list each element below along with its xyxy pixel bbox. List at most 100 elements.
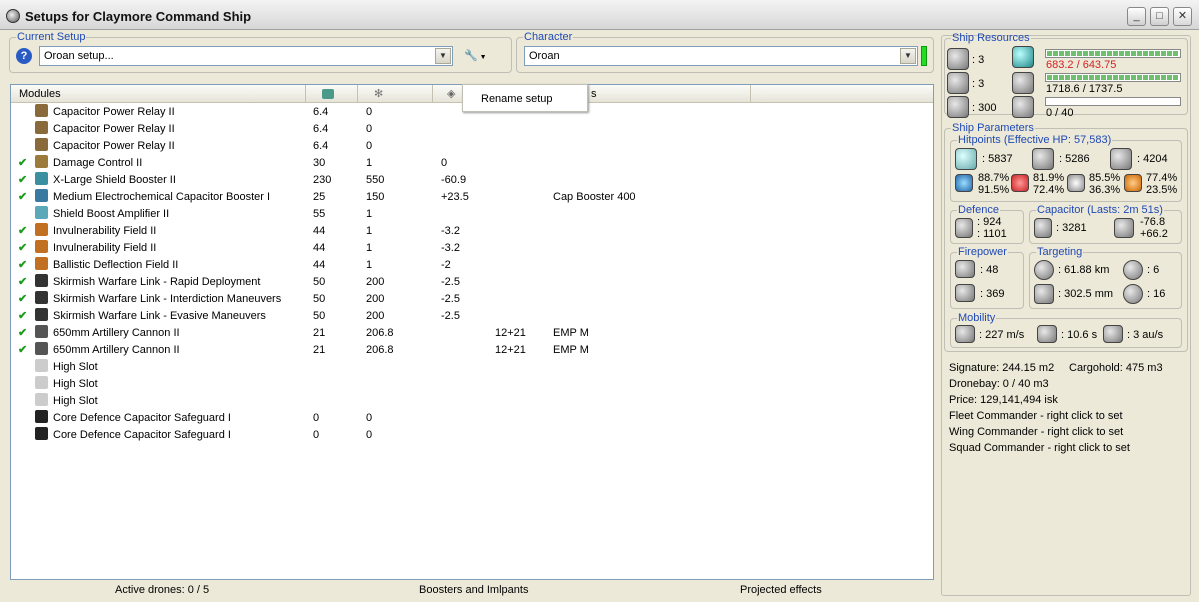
active-check-icon[interactable]: ✔ xyxy=(18,274,27,291)
boosters-implants-button[interactable]: Boosters and Imlpants xyxy=(419,581,528,599)
active-check-icon[interactable]: ✔ xyxy=(18,291,27,308)
active-check-icon[interactable]: ✔ xyxy=(18,172,27,189)
squad-commander[interactable]: Squad Commander - right click to set xyxy=(949,442,1130,454)
wrench-icon: 🔧 xyxy=(464,50,478,62)
cell-cpu: 50 xyxy=(313,293,326,305)
col-capacitor-header[interactable]: ◈ xyxy=(433,85,463,103)
minimize-button[interactable]: _ xyxy=(1127,7,1146,26)
table-row[interactable]: ✔ Skirmish Warfare Link - Evasive Maneuve… xyxy=(11,308,933,325)
cell-name: Capacitor Power Relay II xyxy=(53,140,175,152)
table-row[interactable]: ✔ Invulnerability Field II 44 1 -3.2 xyxy=(11,240,933,257)
firepower-value-a: : 48 xyxy=(980,264,999,276)
chevron-down-icon[interactable]: ▼ xyxy=(900,48,916,64)
stats-panel: Ship Resources : 3 : 3 : 300 683.2 / 643… xyxy=(941,32,1191,596)
table-row[interactable]: Core Defence Capacitor Safeguard I 0 0 xyxy=(11,410,933,427)
wing-commander[interactable]: Wing Commander - right click to set xyxy=(949,426,1123,438)
max-velocity: : 227 m/s xyxy=(979,329,1025,341)
targeting-range: : 61.88 km xyxy=(1058,264,1110,276)
explosive-resist-icon xyxy=(1124,174,1142,192)
cell-name: 650mm Artillery Cannon II xyxy=(53,327,180,339)
table-row[interactable]: ✔ X-Large Shield Booster II 230 550 -60.9 xyxy=(11,172,933,189)
defence-value-b: : 1101 xyxy=(977,228,1007,240)
cell-cpu: 6.4 xyxy=(313,106,329,118)
launcher-icon xyxy=(947,72,969,94)
active-check-icon[interactable]: ✔ xyxy=(18,223,27,240)
active-check-icon[interactable]: ✔ xyxy=(18,257,27,274)
active-check-icon[interactable]: ✔ xyxy=(18,155,27,172)
defence-icon xyxy=(955,218,973,238)
em-resist-armor: 91.5% xyxy=(978,184,1010,196)
warfare-link-icon xyxy=(35,291,48,304)
thermal-resist-shield: 81.9% xyxy=(1033,172,1065,184)
cell-c5: EMP M xyxy=(553,327,589,339)
modules-grid[interactable]: Modules ✻ ◈ s Capacitor Power Relay II 6.… xyxy=(10,84,934,580)
close-button[interactable]: ✕ xyxy=(1173,7,1192,26)
table-row[interactable]: ✔ 650mm Artillery Cannon II 21 206.8 12+21 EM… xyxy=(11,342,933,359)
cpu-icon xyxy=(322,89,334,99)
cell-cpu: 0 xyxy=(313,412,320,424)
cell-c3: -3.2 xyxy=(441,242,460,254)
active-drones-button[interactable]: Active drones: 0 / 5 xyxy=(115,581,209,599)
cargohold: Cargohold: 475 m3 xyxy=(1069,362,1163,374)
cell-pg: 0 xyxy=(366,106,373,118)
col-modules[interactable]: Modules xyxy=(11,85,306,103)
cell-pg: 1 xyxy=(366,208,373,220)
table-row[interactable]: ✔ Medium Electrochemical Capacitor Booste… xyxy=(11,189,933,206)
capacitor-delta-a: -76.8 xyxy=(1140,216,1166,228)
explosive-resist-armor: 23.5% xyxy=(1146,184,1178,196)
shield-hp-icon xyxy=(955,148,977,170)
table-row[interactable]: High Slot xyxy=(11,393,933,410)
cell-pg: 1 xyxy=(366,225,373,237)
ship-parameters-legend: Ship Parameters xyxy=(952,122,1034,134)
active-check-icon[interactable]: ✔ xyxy=(18,189,27,206)
table-row[interactable]: High Slot xyxy=(11,359,933,376)
calibration-icon xyxy=(947,96,969,118)
rename-setup-menu-item[interactable]: Rename setup xyxy=(481,93,553,105)
table-row[interactable]: ✔ Skirmish Warfare Link - Rapid Deploymen… xyxy=(11,274,933,291)
cell-cpu: 30 xyxy=(313,157,326,169)
character-select[interactable]: Oroan ▼ xyxy=(524,46,918,66)
turret-dps-icon xyxy=(955,260,975,278)
structure-hp-icon xyxy=(1110,148,1132,170)
maximize-button[interactable]: □ xyxy=(1150,7,1169,26)
table-row[interactable]: ✔ 650mm Artillery Cannon II 21 206.8 12+21 EM… xyxy=(11,325,933,342)
active-check-icon[interactable]: ✔ xyxy=(18,240,27,257)
chevron-down-icon[interactable]: ▼ xyxy=(435,48,451,64)
table-row[interactable]: Core Defence Capacitor Safeguard I 0 0 xyxy=(11,427,933,444)
dronebay: Dronebay: 0 / 40 m3 xyxy=(949,378,1049,390)
capacitor-relay-icon xyxy=(35,138,48,151)
active-check-icon[interactable]: ✔ xyxy=(18,325,27,342)
active-check-icon[interactable]: ✔ xyxy=(18,342,27,359)
hardener-icon xyxy=(35,257,48,270)
table-row[interactable]: ✔ Skirmish Warfare Link - Interdiction Ma… xyxy=(11,291,933,308)
help-icon[interactable]: ? xyxy=(16,48,32,64)
cell-name: High Slot xyxy=(53,378,98,390)
active-check-icon[interactable]: ✔ xyxy=(18,308,27,325)
hitpoints-legend: Hitpoints (Effective HP: 57,583) xyxy=(958,134,1112,146)
capacitor-icon xyxy=(1034,218,1052,238)
col-powergrid-header[interactable]: ✻ xyxy=(358,85,433,103)
table-row[interactable]: ✔ Damage Control II 30 1 0 xyxy=(11,155,933,172)
speed-icon xyxy=(955,325,975,343)
character-select-value: Oroan xyxy=(529,50,560,62)
current-setup-legend: Current Setup xyxy=(17,31,86,43)
table-row[interactable]: Shield Boost Amplifier II 55 1 xyxy=(11,206,933,223)
cpu-bar xyxy=(1045,49,1181,58)
cell-cpu: 230 xyxy=(313,174,332,186)
projected-effects-button[interactable]: Projected effects xyxy=(740,581,822,599)
col-cpu-header[interactable] xyxy=(306,85,358,103)
table-row[interactable]: Capacitor Power Relay II 6.4 0 xyxy=(11,121,933,138)
cell-name: Ballistic Deflection Field II xyxy=(53,259,179,271)
fleet-commander[interactable]: Fleet Commander - right click to set xyxy=(949,410,1123,422)
cell-pg: 0 xyxy=(366,412,373,424)
setup-select[interactable]: Oroan setup... ▼ xyxy=(39,46,453,66)
table-row[interactable]: Capacitor Power Relay II 6.4 0 xyxy=(11,138,933,155)
table-row[interactable]: High Slot xyxy=(11,376,933,393)
status-bar: Active drones: 0 / 5 Boosters and Imlpan… xyxy=(10,581,934,599)
col-charge-header[interactable]: s xyxy=(589,85,751,103)
kinetic-resist-shield: 85.5% xyxy=(1089,172,1121,184)
setup-tools-button[interactable]: 🔧 ▼ xyxy=(464,49,494,63)
artillery-icon xyxy=(35,342,48,355)
table-row[interactable]: ✔ Ballistic Deflection Field II 44 1 -2 xyxy=(11,257,933,274)
table-row[interactable]: ✔ Invulnerability Field II 44 1 -3.2 xyxy=(11,223,933,240)
